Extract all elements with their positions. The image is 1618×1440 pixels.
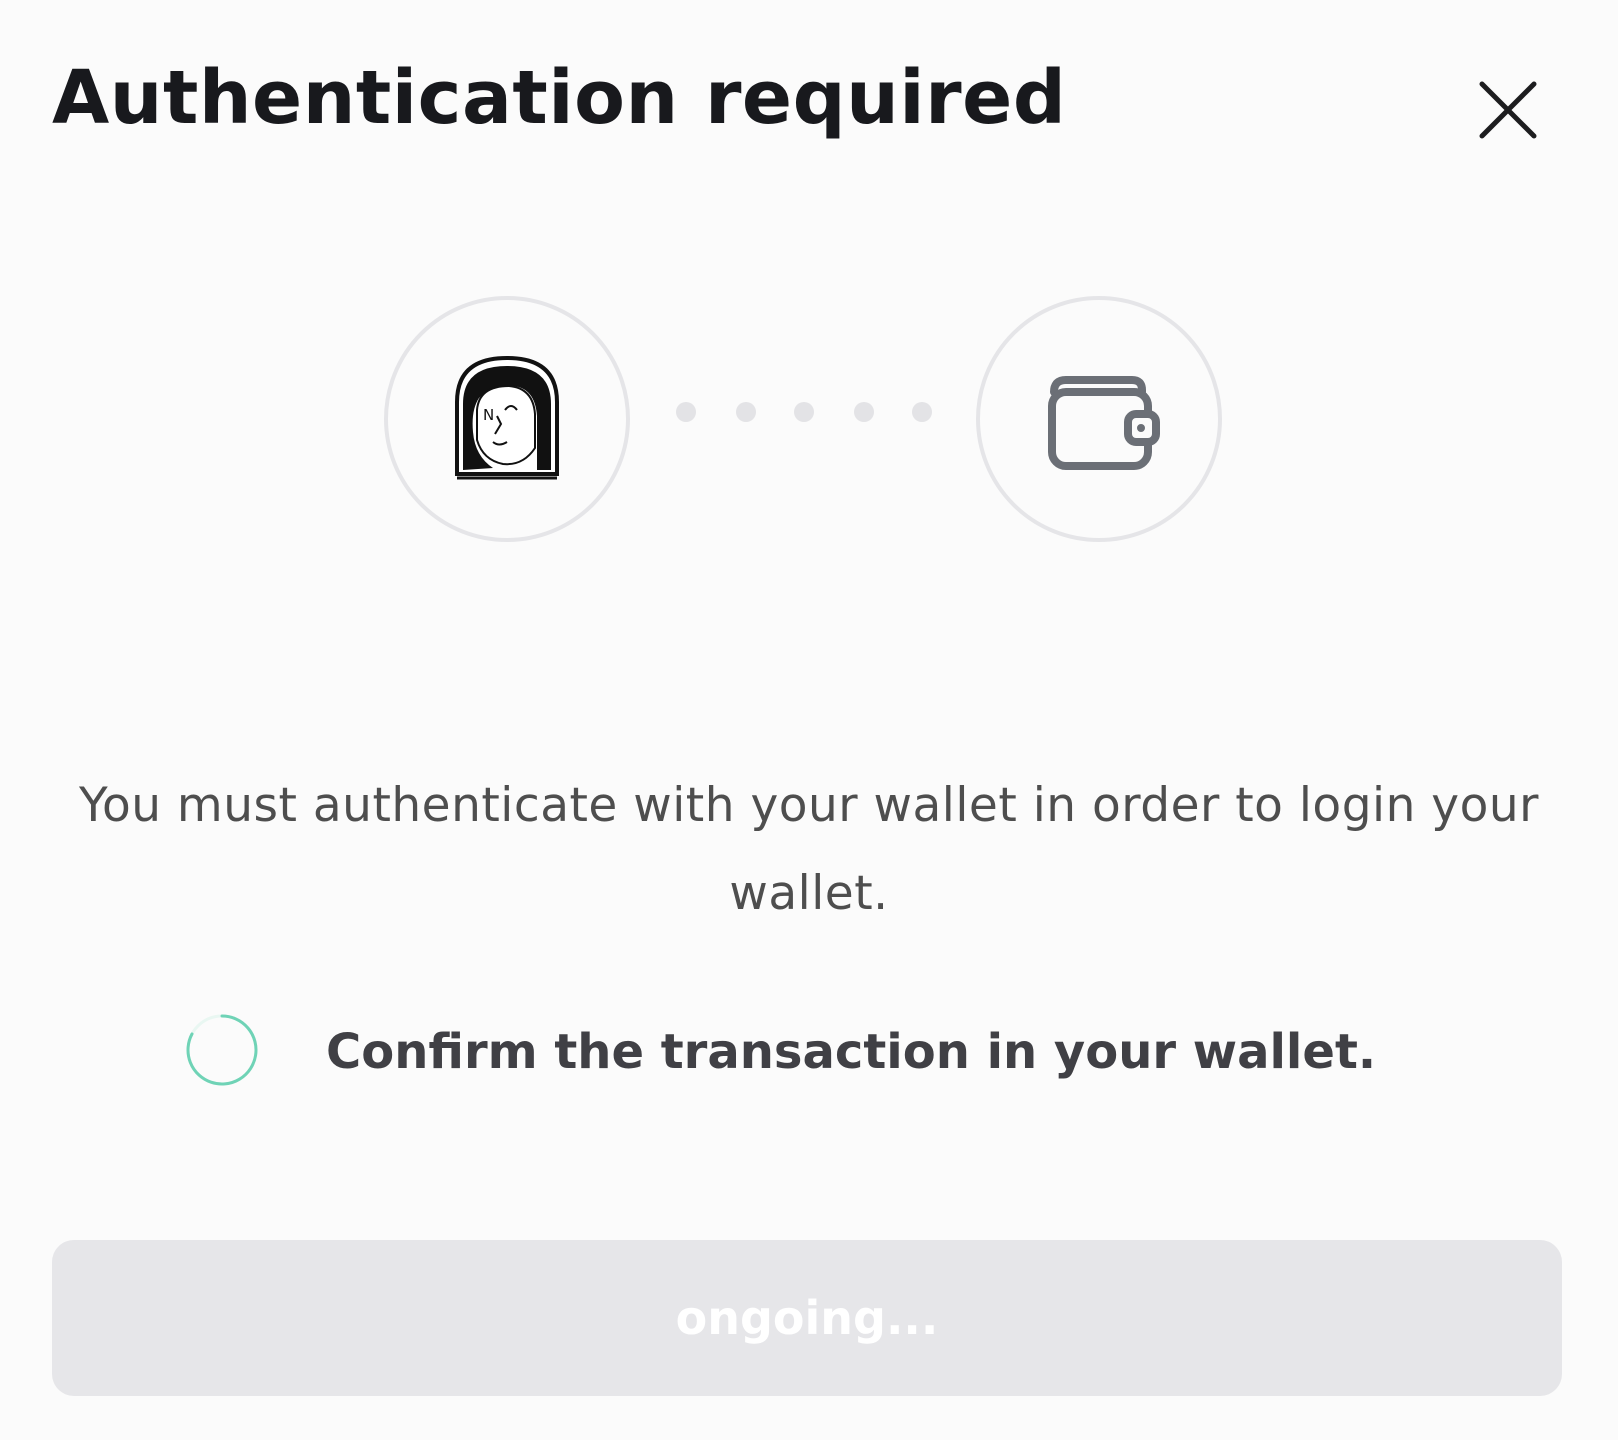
- ongoing-button[interactable]: ongoing...: [52, 1240, 1562, 1396]
- avatar-circle: N: [384, 296, 630, 542]
- connection-dot: [794, 402, 814, 422]
- loading-spinner-icon: [186, 1014, 258, 1086]
- close-icon: [1479, 81, 1537, 139]
- close-button[interactable]: [1478, 80, 1538, 140]
- wallet-circle: [976, 296, 1222, 542]
- authentication-modal: Authentication required N You must authe…: [0, 0, 1618, 1440]
- loading-spinner: [184, 1012, 260, 1088]
- description-text: You must authenticate with your wallet i…: [78, 778, 1539, 921]
- nft-avatar-icon: N: [455, 355, 559, 480]
- connection-dot: [854, 402, 874, 422]
- connection-dot: [676, 402, 696, 422]
- wallet-icon: [1048, 376, 1160, 470]
- status-text: Confirm the transaction in your wallet.: [326, 1024, 1377, 1080]
- connection-dot: [912, 402, 932, 422]
- modal-title: Authentication required: [52, 55, 1067, 141]
- connection-dot: [736, 402, 756, 422]
- svg-text:N: N: [483, 406, 494, 424]
